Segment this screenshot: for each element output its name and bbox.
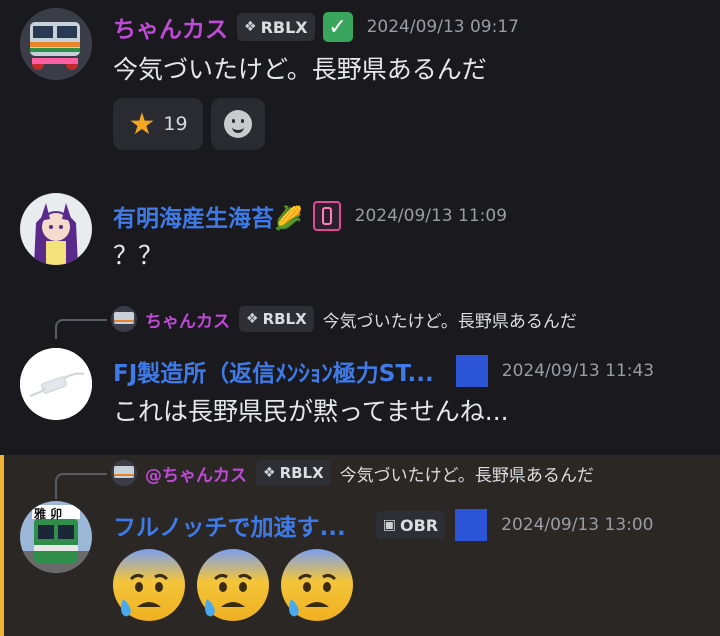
reply-server-tag: ❖ RBLX <box>239 306 314 332</box>
message-text: これは長野県民が黙ってませんね... <box>113 397 509 426</box>
reply-author: @ちゃんカス <box>145 465 247 486</box>
app-badge-icon[interactable] <box>455 355 488 387</box>
reply-preview[interactable]: @ちゃんカス ❖ RBLX 今気づいたけど。長野県あるんだ <box>111 460 594 486</box>
reply-avatar <box>111 306 137 332</box>
mention-highlight-bar <box>0 455 4 636</box>
app-badge-icon[interactable] <box>455 509 488 541</box>
reaction-count: 19 <box>163 113 188 135</box>
author-name[interactable]: 有明海産生海苔🌽 <box>113 199 303 233</box>
timestamp[interactable]: 2024/09/13 09:17 <box>367 17 519 37</box>
anxious-face-sweat-icon <box>197 549 269 621</box>
timestamp[interactable]: 2024/09/13 11:09 <box>355 206 507 226</box>
reply-tag-label: RBLX <box>279 464 324 482</box>
anxious-face-sweat-icon <box>281 549 353 621</box>
server-tag-label: RBLX <box>260 17 308 37</box>
server-tag[interactable]: ▣ OBR <box>375 511 446 539</box>
message-text: ？？ <box>113 241 164 270</box>
verified-check-icon: ✓ <box>322 12 353 42</box>
timestamp[interactable]: 2024/09/13 11:43 <box>502 361 654 381</box>
reply-author: ちゃんカス <box>145 311 230 332</box>
star-icon: ★ <box>128 106 156 142</box>
reaction-bar: ★ 19 <box>113 98 273 150</box>
reaction-star[interactable]: ★ 19 <box>113 98 203 150</box>
reply-connector <box>55 319 107 339</box>
server-tag[interactable]: ❖ RBLX <box>237 13 315 41</box>
diamond-icon: ❖ <box>244 19 257 35</box>
reply-preview[interactable]: ちゃんカス ❖ RBLX 今気づいたけど。長野県あるんだ <box>111 306 577 332</box>
reply-avatar <box>111 460 137 486</box>
diamond-icon: ❖ <box>263 465 276 481</box>
author-name[interactable]: ちゃんカス <box>113 10 228 44</box>
camera-icon: ▣ <box>382 517 396 533</box>
reply-text: 今気づいたけど。長野県あるんだ <box>339 465 594 486</box>
timestamp[interactable]: 2024/09/13 13:00 <box>501 515 653 535</box>
reply-connector <box>55 473 107 499</box>
server-tag-label: OBR <box>400 515 439 535</box>
avatar-anime-girl[interactable] <box>20 193 92 265</box>
reply-server-tag: ❖ RBLX <box>256 460 331 486</box>
reply-text: 今気づいたけど。長野県あるんだ <box>322 311 577 332</box>
avatar-train[interactable] <box>20 8 92 80</box>
role-badge-icon[interactable] <box>312 201 341 231</box>
smile-icon <box>224 110 252 138</box>
author-name[interactable]: FJ製造所（返信ﾒﾝｼｮﾝ極力ST... <box>113 354 434 388</box>
diamond-icon: ❖ <box>246 311 259 327</box>
anxious-face-sweat-icon <box>113 549 185 621</box>
message-text: 今気づいたけど。長野県あるんだ <box>113 55 487 84</box>
add-reaction-button[interactable] <box>211 98 265 150</box>
avatar-cable[interactable] <box>20 348 92 420</box>
reply-tag-label: RBLX <box>262 310 307 328</box>
avatar-overlay-text: 雅 卯 <box>34 507 63 521</box>
author-name[interactable]: フルノッチで加速す... <box>113 508 346 542</box>
